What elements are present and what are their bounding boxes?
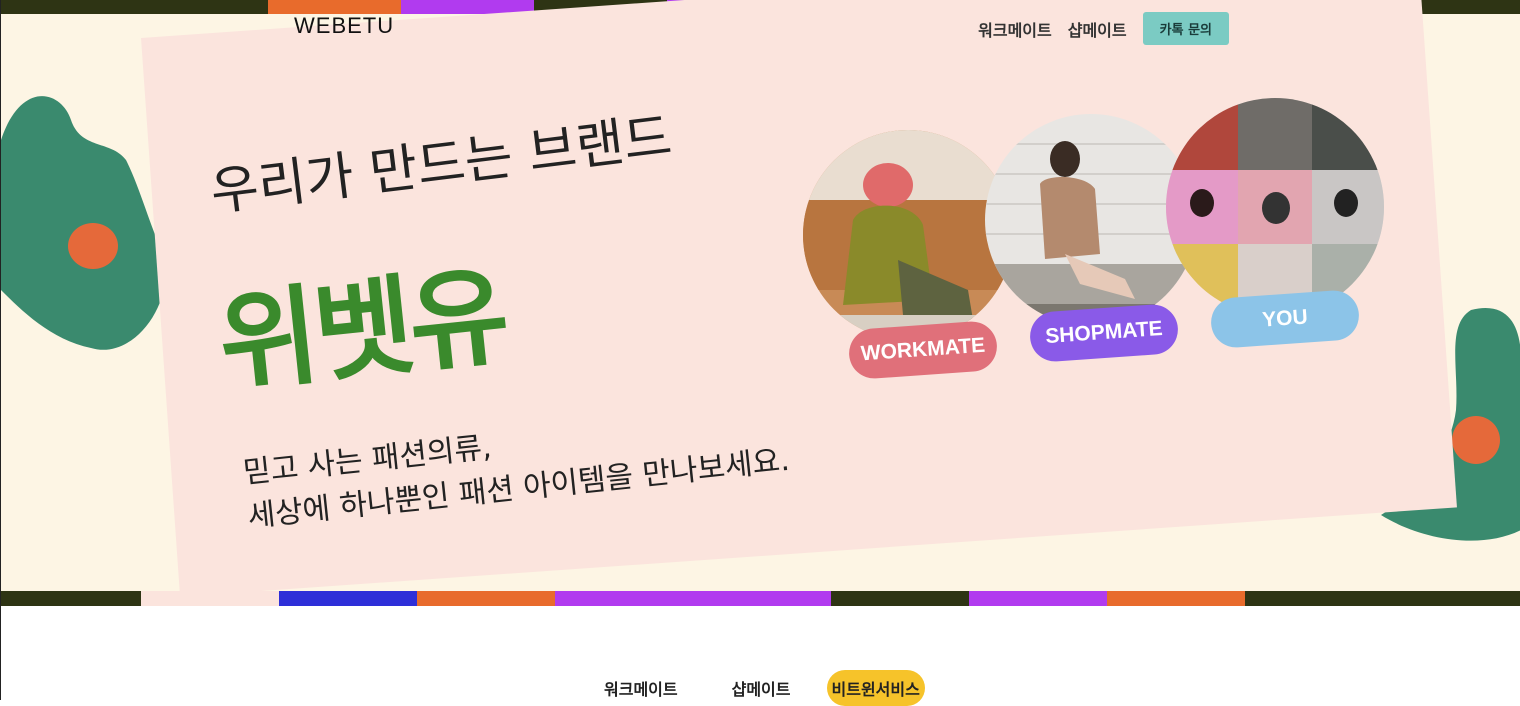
top-nav: 워크메이트 샵메이트 카톡 문의 (978, 12, 1229, 45)
workmate-photo (803, 130, 1013, 340)
tab-between-service[interactable]: 비트윈서비스 (826, 670, 925, 706)
tab-shopmate[interactable]: 샵메이트 (714, 670, 809, 706)
hero-tagline: 믿고 사는 패션의류, 세상에 하나뿐인 패션 아이템을 만나보세요. (241, 395, 792, 539)
you-bubble-label: YOU (1209, 288, 1361, 350)
bottom-color-stripe (1, 591, 1520, 606)
logo[interactable]: WEBETU (294, 13, 394, 39)
hero-headline: 우리가 만드는 브랜드 (207, 106, 675, 224)
service-tabs: 워크메이트 샵메이트 비트윈서비스 (586, 670, 925, 706)
kakao-inquiry-button[interactable]: 카톡 문의 (1142, 12, 1229, 45)
shopmate-bubble-label: SHOPMATE (1028, 302, 1180, 364)
left-edge-line (0, 606, 1, 700)
nav-link-workmate[interactable]: 워크메이트 (978, 17, 1052, 41)
shopmate-photo (985, 114, 1197, 326)
hero-banner: 우리가 만드는 브랜드 위벳유 믿고 사는 패션의류, 세상에 하나뿐인 패션 … (0, 0, 1520, 606)
tab-workmate[interactable]: 워크메이트 (586, 670, 696, 706)
you-photo-collage (1166, 98, 1384, 316)
workmate-bubble-label: WORKMATE (847, 319, 999, 381)
brand-name: 위벳유 (213, 253, 511, 409)
nav-link-shopmate[interactable]: 샵메이트 (1068, 17, 1127, 41)
